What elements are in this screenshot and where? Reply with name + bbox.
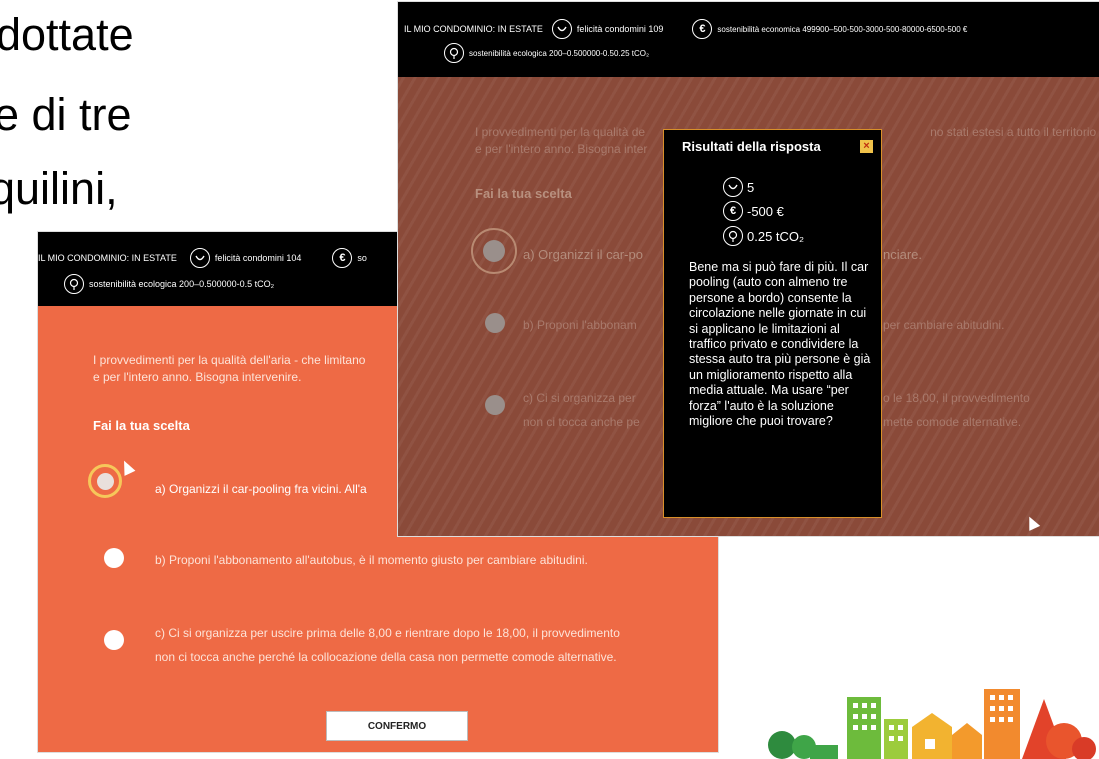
front-header: IL MIO CONDOMINIO: IN ESTATE felicità co… [398, 2, 1099, 77]
option-b-radio[interactable] [485, 313, 505, 333]
smile-icon [723, 177, 743, 197]
dialog-happiness-row: 5 [723, 177, 754, 197]
back-header-happiness: felicità condomini 104 [214, 253, 302, 263]
euro-icon: € [692, 19, 713, 39]
back-header-economic: so [357, 253, 367, 263]
option-c-radio[interactable] [104, 630, 124, 650]
mouse-cursor-icon [1023, 514, 1041, 531]
slide-text-line-1: dottate [0, 9, 134, 60]
option-a-radio[interactable] [88, 464, 122, 498]
option-b-radio[interactable] [104, 548, 124, 568]
dialog-message: Bene ma si può fare di più. Il car pooli… [689, 260, 871, 429]
option-c-radio[interactable] [485, 395, 505, 415]
tree-icon [723, 226, 743, 246]
option-a-radio[interactable] [471, 228, 517, 274]
option-b-label[interactable]: b) Proponi l'abbonam [523, 313, 637, 337]
dialog-title: Risultati della risposta [682, 139, 821, 154]
back-header-ecological: sostenibilità ecologica 200–0.500000-0.5… [89, 279, 275, 289]
result-dialog: Risultati della risposta × 5 € -500 € 0.… [663, 129, 882, 518]
option-a-label-tail: nciare. [883, 247, 923, 262]
slide-text-line-2: e di tre [0, 89, 132, 140]
euro-icon: € [723, 201, 743, 221]
option-a-label[interactable]: a) Organizzi il car-pooling fra vicini. … [155, 477, 367, 501]
option-c-label[interactable]: c) Ci si organizza per non ci tocca anch… [523, 386, 640, 434]
front-header-title: IL MIO CONDOMINIO: IN ESTATE [404, 24, 543, 34]
front-header-economic: sostenibilità economica 499900–500-500-3… [717, 24, 968, 34]
back-intro: I provvedimenti per la qualità dell'aria… [93, 353, 366, 384]
dialog-ecology-value: 0.25 tCO₂ [747, 228, 805, 244]
front-choose-heading: Fai la tua scelta [475, 186, 572, 201]
front-header-happiness: felicità condomini 109 [576, 24, 664, 34]
smile-icon [189, 248, 210, 268]
back-choose-heading: Fai la tua scelta [93, 418, 190, 433]
tree-icon [64, 274, 84, 294]
option-c-label-tail: o le 18,00, il provvedimento mette comod… [883, 391, 1030, 429]
dialog-economy-value: -500 € [747, 203, 784, 219]
close-icon[interactable]: × [860, 140, 873, 153]
option-c-label[interactable]: c) Ci si organizza per uscire prima dell… [155, 621, 620, 669]
option-b-label-tail: per cambiare abitudini. [883, 318, 1005, 332]
dialog-economy-row: € -500 € [723, 201, 784, 221]
euro-icon: € [332, 248, 353, 268]
back-header-title: IL MIO CONDOMINIO: IN ESTATE [38, 253, 177, 263]
city-logo-icon [768, 689, 1096, 759]
option-a-label[interactable]: a) Organizzi il car-po [523, 243, 643, 267]
front-header-ecological: sostenibilità ecologica 200–0.500000-0.5… [469, 48, 650, 58]
dialog-ecology-row: 0.25 tCO₂ [723, 226, 804, 246]
slide-text-line-3: quilini, [0, 163, 118, 214]
dialog-happiness-value: 5 [747, 179, 755, 195]
confirm-button[interactable]: CONFERMO [326, 711, 468, 741]
tree-icon [444, 43, 464, 63]
smile-icon [551, 19, 572, 39]
option-b-label[interactable]: b) Proponi l'abbonamento all'autobus, è … [155, 548, 588, 572]
mouse-cursor-icon [118, 458, 136, 476]
